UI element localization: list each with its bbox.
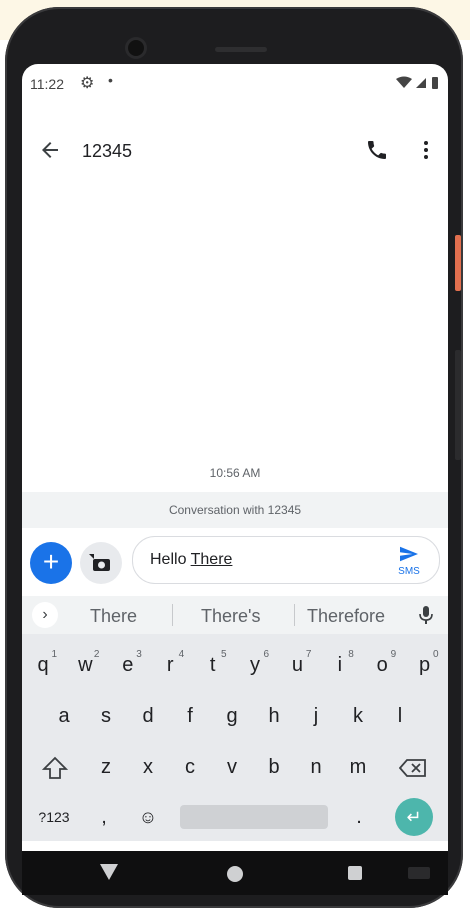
key-k[interactable]: k bbox=[338, 695, 378, 737]
suggestion-divider bbox=[172, 604, 173, 626]
message-input[interactable]: Hello There SMS bbox=[132, 536, 440, 584]
shift-icon[interactable] bbox=[42, 756, 68, 780]
key-f[interactable]: f bbox=[170, 695, 210, 737]
back-arrow-icon[interactable] bbox=[38, 138, 62, 162]
suggestion-strip: › There There's Therefore bbox=[22, 596, 448, 634]
key-y[interactable]: y6 bbox=[235, 644, 275, 686]
key-s[interactable]: s bbox=[86, 695, 126, 737]
notification-dot: • bbox=[108, 72, 113, 88]
power-button bbox=[455, 235, 461, 291]
key-g[interactable]: g bbox=[212, 695, 252, 737]
suggestion-3[interactable]: Therefore bbox=[307, 606, 385, 627]
app-bar: 12345 bbox=[22, 124, 448, 176]
backspace-icon[interactable] bbox=[399, 758, 427, 778]
key-x[interactable]: x bbox=[128, 746, 168, 788]
key-c[interactable]: c bbox=[170, 746, 210, 788]
status-bar: 11:22 ⚙ • bbox=[22, 64, 448, 102]
screen: 11:22 ⚙ • 12345 10:56 AM Conversation wi… bbox=[22, 64, 448, 851]
message-timestamp: 10:56 AM bbox=[209, 466, 261, 480]
key-z[interactable]: z bbox=[86, 746, 126, 788]
key-b[interactable]: b bbox=[254, 746, 294, 788]
earpiece-speaker bbox=[215, 47, 267, 52]
key-j[interactable]: j bbox=[296, 695, 336, 737]
suggestion-divider bbox=[294, 604, 295, 626]
call-icon[interactable] bbox=[365, 138, 389, 162]
key-t[interactable]: t5 bbox=[193, 644, 233, 686]
volume-button bbox=[455, 350, 461, 460]
front-camera bbox=[128, 40, 144, 56]
key-row-1: q1w2e3r4t5y6u7i8o9p0 bbox=[22, 644, 448, 692]
key-row-4: ?123 , ☺ . ↵ bbox=[22, 796, 448, 844]
conversation-banner: Conversation with 12345 bbox=[22, 492, 448, 528]
expand-chevron-icon[interactable]: › bbox=[32, 602, 58, 628]
key-o[interactable]: o9 bbox=[362, 644, 402, 686]
more-options-icon[interactable] bbox=[414, 138, 438, 162]
key-h[interactable]: h bbox=[254, 695, 294, 737]
nav-recents-icon[interactable] bbox=[348, 866, 362, 880]
send-label: SMS bbox=[398, 566, 420, 577]
key-q[interactable]: q1 bbox=[23, 644, 63, 686]
status-time: 11:22 bbox=[30, 76, 64, 92]
enter-key[interactable]: ↵ bbox=[395, 798, 433, 836]
key-r[interactable]: r4 bbox=[150, 644, 190, 686]
suggestion-1[interactable]: There bbox=[90, 606, 137, 627]
key-u[interactable]: u7 bbox=[277, 644, 317, 686]
gear-icon: ⚙ bbox=[80, 75, 95, 92]
key-e[interactable]: e3 bbox=[108, 644, 148, 686]
comma-key[interactable]: , bbox=[86, 796, 122, 838]
key-n[interactable]: n bbox=[296, 746, 336, 788]
keyboard: › There There's Therefore q1w2e3r4t5y6u7… bbox=[22, 596, 448, 841]
navigation-bar bbox=[22, 851, 448, 895]
send-sms-button[interactable]: SMS bbox=[393, 545, 425, 577]
camera-button[interactable] bbox=[80, 542, 122, 584]
key-i[interactable]: i8 bbox=[320, 644, 360, 686]
camera-icon bbox=[89, 554, 110, 571]
space-key[interactable] bbox=[180, 805, 328, 829]
key-d[interactable]: d bbox=[128, 695, 168, 737]
system-icons bbox=[396, 76, 440, 93]
message-text: Hello There bbox=[150, 551, 233, 568]
add-attachment-button[interactable]: + bbox=[30, 542, 72, 584]
key-v[interactable]: v bbox=[212, 746, 252, 788]
nav-back-icon[interactable] bbox=[100, 864, 118, 880]
emoji-icon[interactable]: ☺ bbox=[130, 796, 166, 838]
key-row-2: asdfghjkl bbox=[22, 695, 448, 743]
key-w[interactable]: w2 bbox=[65, 644, 105, 686]
period-key[interactable]: . bbox=[344, 796, 374, 838]
key-p[interactable]: p0 bbox=[405, 644, 445, 686]
key-a[interactable]: a bbox=[44, 695, 84, 737]
suggestion-2[interactable]: There's bbox=[201, 606, 260, 627]
key-l[interactable]: l bbox=[380, 695, 420, 737]
nav-home-icon[interactable] bbox=[227, 866, 243, 882]
autocorrect-word: There bbox=[190, 551, 233, 568]
microphone-icon[interactable] bbox=[418, 605, 434, 625]
compose-bar: + Hello There SMS bbox=[22, 528, 448, 592]
conversation-title: 12345 bbox=[82, 141, 133, 161]
key-m[interactable]: m bbox=[338, 746, 378, 788]
symbols-key[interactable]: ?123 bbox=[30, 796, 78, 838]
keyboard-switch-icon[interactable] bbox=[408, 867, 430, 879]
key-row-3: zxcvbnm bbox=[22, 746, 448, 794]
send-icon bbox=[400, 546, 418, 562]
